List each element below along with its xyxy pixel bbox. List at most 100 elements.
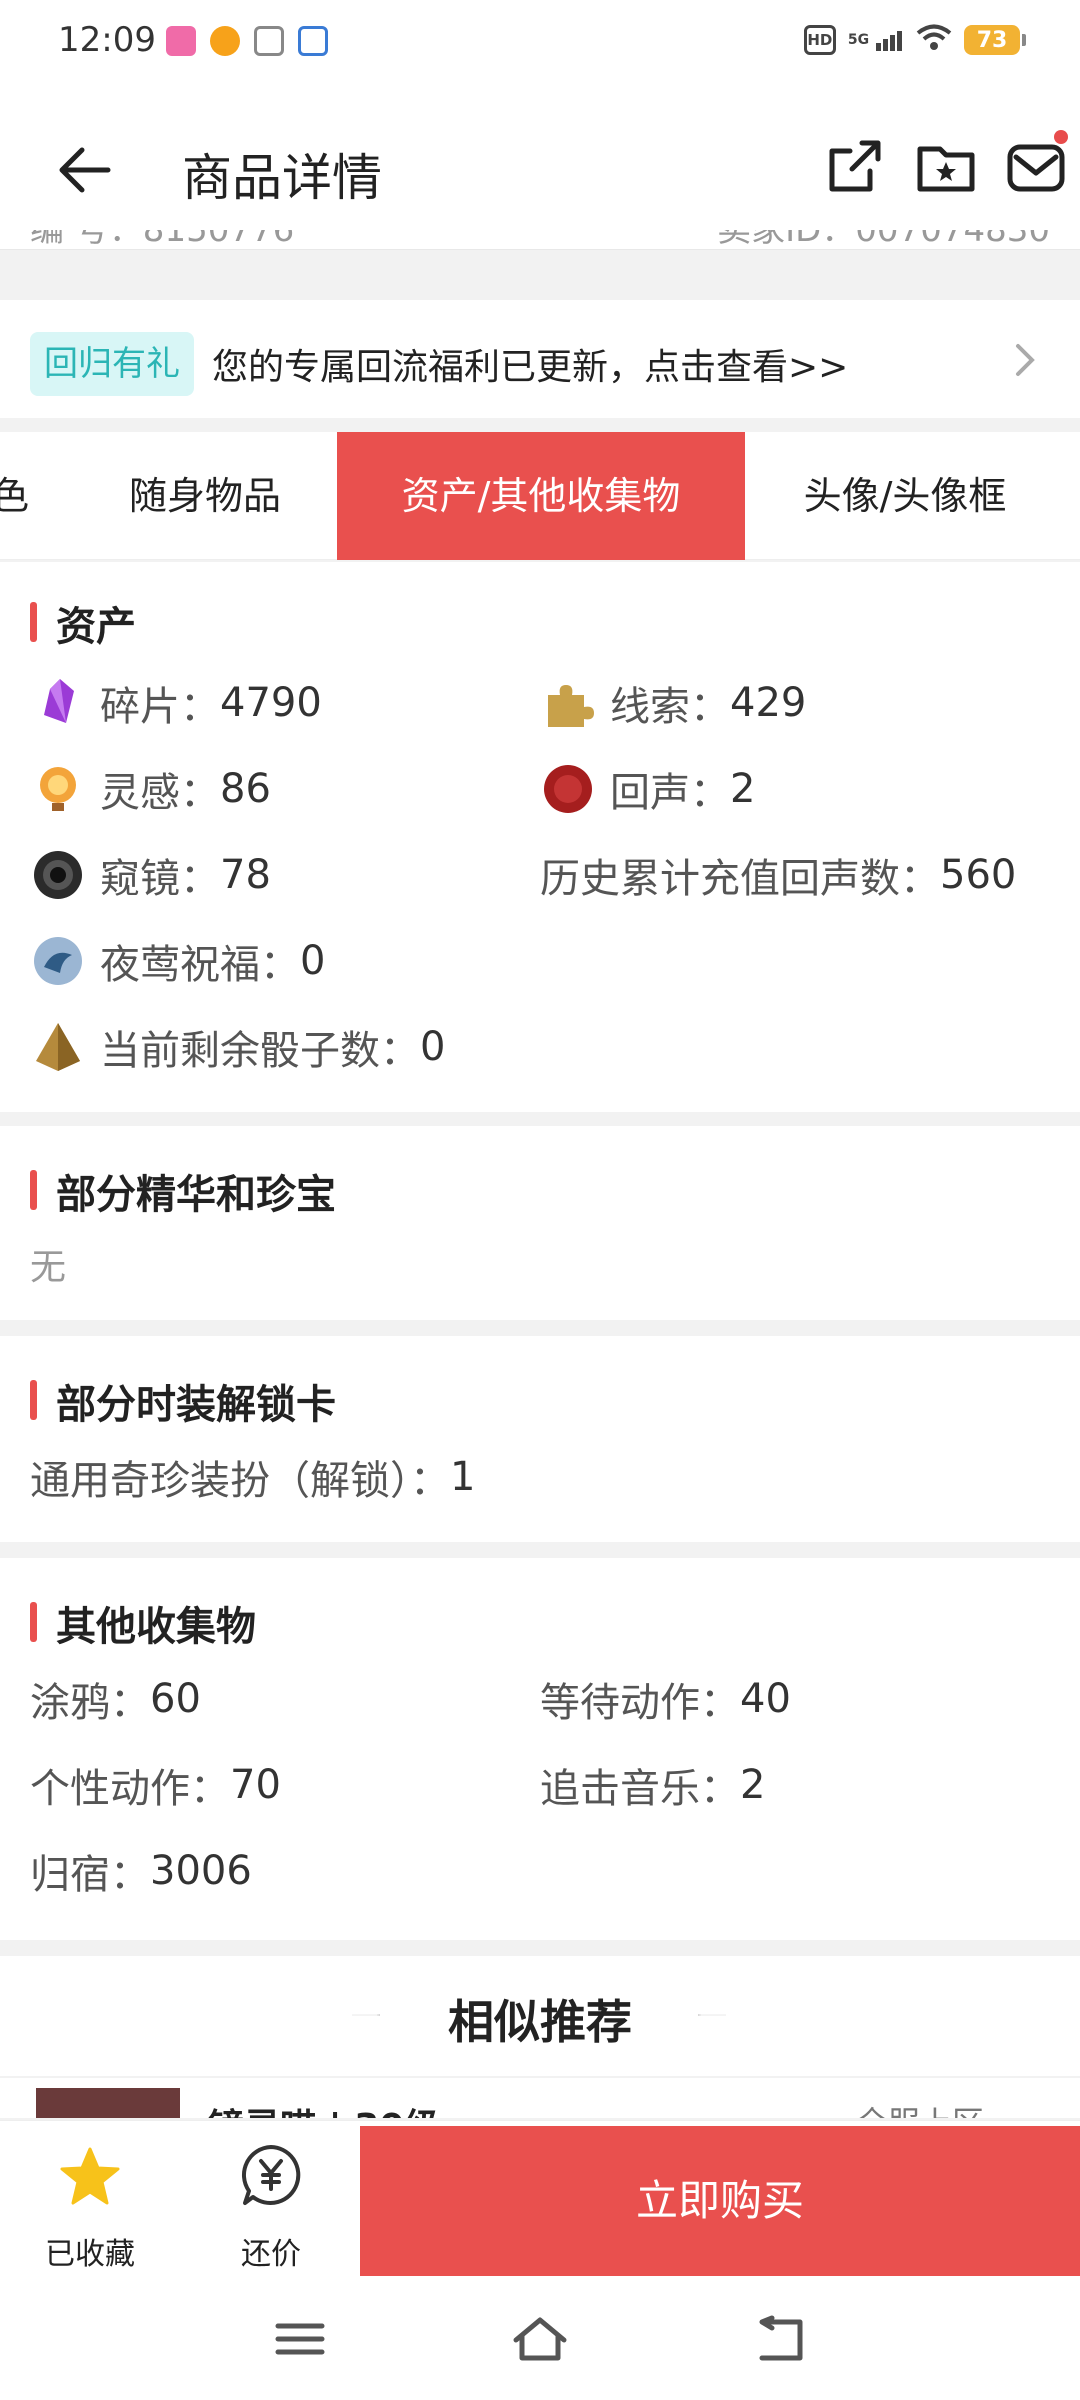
item-id-partial: 编 号：8150776	[30, 230, 294, 250]
page-title: 商品详情	[182, 149, 382, 207]
asset-value: 86	[220, 766, 271, 812]
wifi-icon	[916, 24, 952, 56]
promo-text: 您的专属回流福利已更新，点击查看>>	[212, 347, 849, 388]
collectible-home: 归宿： 3006	[30, 1842, 252, 1900]
favorite-folder-button[interactable]	[914, 135, 978, 199]
status-app-icons	[166, 26, 328, 56]
app-notification-icon	[166, 26, 196, 56]
asset-label: 当前剩余骰子数：	[100, 1028, 420, 1074]
tab-carry-items[interactable]: 随身物品	[90, 432, 320, 560]
asset-fragment: 碎片： 4790	[30, 674, 322, 732]
collectible-label: 个性动作：	[30, 1766, 230, 1812]
return-promo-banner[interactable]: 回归有礼 您的专属回流福利已更新，点击查看>>	[0, 300, 1080, 418]
asset-label: 线索：	[610, 684, 730, 730]
collectible-value: 70	[230, 1762, 281, 1808]
asset-total-recharge: 历史累计充值回声数： 560	[540, 846, 1016, 904]
asset-label: 历史累计充值回声数：	[540, 856, 940, 902]
category-tabs: 色 随身物品 资产/其他收集物 头像/头像框	[0, 432, 1080, 560]
asset-label: 夜莺祝福：	[100, 942, 300, 988]
asset-value: 0	[420, 1024, 446, 1070]
asset-label: 碎片：	[100, 684, 220, 730]
back-nav-icon[interactable]	[750, 2314, 810, 2364]
section-title-costume: 部分时装解锁卡	[30, 1372, 336, 1430]
collectible-value: 3006	[150, 1848, 252, 1894]
recommend-title-peek: 镜灵喵 | 30级	[208, 2098, 440, 2118]
seller-id-partial: 卖家ID：007074830	[717, 230, 1050, 250]
promo-tag: 回归有礼	[30, 332, 194, 396]
buy-now-button[interactable]: 立即购买	[360, 2126, 1080, 2276]
recommend-server-peek: 全服上区	[856, 2098, 984, 2118]
asset-inspiration: 灵感： 86	[30, 760, 271, 818]
divider-right	[698, 2014, 726, 2016]
asset-value: 4790	[220, 680, 322, 726]
dice-icon	[36, 1023, 80, 1071]
recommend-item-peek[interactable]: 镜灵喵 | 30级 全服上区	[0, 2078, 1080, 2118]
asset-value: 0	[300, 938, 326, 984]
menu-icon[interactable]	[270, 2314, 330, 2364]
asset-value: 2	[730, 766, 756, 812]
asset-dice: 当前剩余骰子数： 0	[30, 1018, 445, 1076]
collectible-value: 40	[740, 1676, 791, 1722]
folder-star-icon	[917, 146, 975, 192]
collectible-value: 60	[150, 1676, 201, 1722]
asset-value: 429	[730, 680, 807, 726]
similar-recommend-header: 相似推荐	[0, 1956, 1080, 2076]
collectible-idle-action: 等待动作： 40	[540, 1670, 791, 1728]
mail-icon	[1007, 144, 1065, 192]
section-title-essence: 部分精华和珍宝	[30, 1162, 336, 1220]
collectible-value: 2	[740, 1762, 766, 1808]
item-id-text: 编 号：8150776	[30, 230, 295, 250]
asset-label: 灵感：	[100, 770, 220, 816]
message-button[interactable]	[1004, 135, 1068, 199]
collectible-label: 追击音乐：	[540, 1766, 740, 1812]
seller-id-text: 卖家ID：007074830	[717, 230, 1050, 250]
collectible-graffiti: 涂鸦： 60	[30, 1670, 201, 1728]
section-title-assets: 资产	[30, 594, 136, 652]
share-button[interactable]	[822, 135, 886, 199]
asset-nightingale: 夜莺祝福： 0	[30, 932, 325, 990]
bargain-label: 还价	[241, 2237, 301, 2272]
tab-role[interactable]: 色	[0, 432, 40, 560]
asset-value: 78	[220, 852, 271, 898]
collectibles-section: 其他收集物 涂鸦： 60 等待动作： 40 个性动作： 70 追击音乐： 2 归宿： 30…	[0, 1558, 1080, 1940]
unread-dot	[1054, 130, 1068, 144]
battery-icon: 73	[964, 25, 1026, 55]
document-icon	[254, 26, 284, 56]
bottom-action-bar: 已收藏 还价 立即购买	[0, 2120, 1080, 2276]
collectible-label: 等待动作：	[540, 1680, 740, 1726]
asset-echo: 回声： 2	[540, 760, 755, 818]
tab-avatar-frame[interactable]: 头像/头像框	[770, 432, 1040, 560]
status-indicators: HD 5G 73	[803, 24, 1026, 56]
essence-empty-text: 无	[30, 1247, 67, 1288]
tab-assets-collectibles[interactable]: 资产/其他收集物	[337, 432, 745, 560]
costume-value: 1	[450, 1454, 476, 1500]
collectible-label: 涂鸦：	[30, 1680, 150, 1726]
bargain-button[interactable]: 还价	[206, 2121, 336, 2277]
asset-clue: 线索： 429	[540, 674, 806, 732]
star-icon	[60, 2147, 120, 2205]
favorite-button[interactable]: 已收藏	[30, 2121, 150, 2277]
recommend-thumbnail	[36, 2088, 180, 2118]
collectible-personal-action: 个性动作： 70	[30, 1756, 281, 1814]
collectible-chase-music: 追击音乐： 2	[540, 1756, 765, 1814]
fragment-crystal-icon	[44, 679, 74, 723]
back-button[interactable]	[50, 135, 120, 205]
puzzle-piece-icon	[548, 685, 594, 727]
essence-section: 部分精华和珍宝 无	[0, 1126, 1080, 1320]
asset-lens: 窥镜： 78	[30, 846, 271, 904]
costume-item: 通用奇珍装扮（解锁）： 1	[30, 1448, 475, 1506]
chevron-right-icon	[1016, 344, 1035, 376]
asset-label: 窥镜：	[100, 856, 220, 902]
nightingale-orb-icon	[34, 937, 82, 985]
status-bar: 12:09 HD 5G 73	[0, 0, 1080, 90]
signal-icon: 5G	[848, 29, 904, 51]
bargain-yen-icon	[241, 2145, 301, 2205]
home-icon[interactable]	[510, 2314, 570, 2364]
favorite-label: 已收藏	[45, 2237, 135, 2272]
arrow-left-icon	[59, 147, 111, 193]
collectible-label: 归宿：	[30, 1852, 150, 1898]
section-title-collectibles: 其他收集物	[30, 1594, 256, 1652]
costume-section: 部分时装解锁卡 通用奇珍装扮（解锁）： 1	[0, 1336, 1080, 1542]
share-icon	[829, 140, 881, 192]
app-store-icon	[298, 26, 328, 56]
